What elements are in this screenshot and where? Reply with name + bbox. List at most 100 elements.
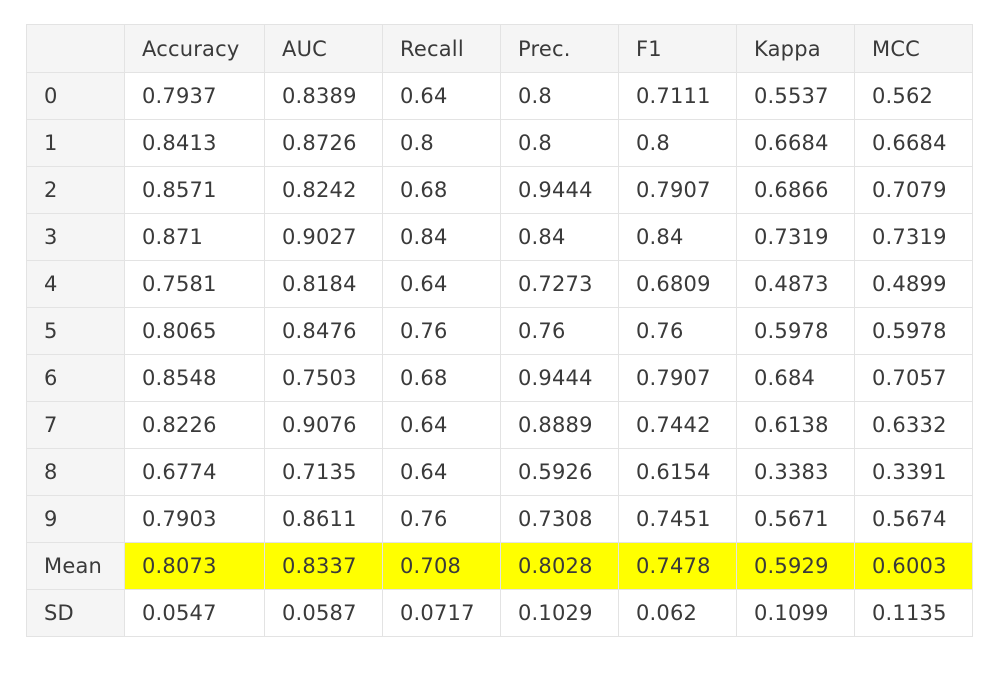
cell-precision: 0.7308 [500,495,619,543]
cell-auc: 0.8476 [264,307,383,355]
cell-auc: 0.8611 [264,495,383,543]
cell-recall: 0.84 [382,213,501,261]
cell-f1: 0.7111 [618,72,737,120]
cell-recall: 0.68 [382,166,501,214]
table-row: 8 0.6774 0.7135 0.64 0.5926 0.6154 0.3383 0.339… [26,448,973,496]
cell-kappa: 0.6866 [736,166,855,214]
cv-results-table: Accuracy AUC Recall Prec. F1 Kappa MCC 0… [26,24,973,637]
table-row: 4 0.7581 0.8184 0.64 0.7273 0.6809 0.4873 0.489… [26,260,973,308]
cell-accuracy: 0.8413 [124,119,265,167]
table-row: 2 0.8571 0.8242 0.68 0.9444 0.7907 0.6866 0.707… [26,166,973,214]
cell-auc: 0.8337 [264,542,383,590]
cell-kappa: 0.5978 [736,307,855,355]
cell-recall: 0.68 [382,354,501,402]
cell-recall: 0.8 [382,119,501,167]
cell-mcc: 0.7057 [854,354,973,402]
cell-precision: 0.76 [500,307,619,355]
cell-f1: 0.6809 [618,260,737,308]
cell-accuracy: 0.7581 [124,260,265,308]
cell-mcc: 0.7319 [854,213,973,261]
table-row: 7 0.8226 0.9076 0.64 0.8889 0.7442 0.6138 0.633… [26,401,973,449]
cell-kappa: 0.1099 [736,589,855,637]
cell-precision: 0.8028 [500,542,619,590]
column-header-accuracy: Accuracy [124,24,265,73]
cell-kappa: 0.5537 [736,72,855,120]
table-row-mean: Mean 0.8073 0.8337 0.708 0.8028 0.7478 0.5929 0… [26,542,973,590]
column-header-precision: Prec. [500,24,619,73]
cell-recall: 0.64 [382,401,501,449]
cell-auc: 0.7135 [264,448,383,496]
cell-auc: 0.8242 [264,166,383,214]
cell-accuracy: 0.0547 [124,589,265,637]
cell-accuracy: 0.8571 [124,166,265,214]
cell-kappa: 0.4873 [736,260,855,308]
cell-accuracy: 0.7937 [124,72,265,120]
cell-kappa: 0.3383 [736,448,855,496]
cell-f1: 0.84 [618,213,737,261]
cell-mcc: 0.7079 [854,166,973,214]
cell-precision: 0.9444 [500,166,619,214]
header-row: Accuracy AUC Recall Prec. F1 Kappa MCC [26,24,973,73]
row-index-cell: 2 [26,166,125,214]
cell-recall: 0.64 [382,72,501,120]
cell-precision: 0.7273 [500,260,619,308]
cell-accuracy: 0.8065 [124,307,265,355]
table-header: Accuracy AUC Recall Prec. F1 Kappa MCC [26,24,973,73]
cell-kappa: 0.5929 [736,542,855,590]
cell-mcc: 0.3391 [854,448,973,496]
cell-f1: 0.76 [618,307,737,355]
cell-mcc: 0.1135 [854,589,973,637]
cell-recall: 0.76 [382,495,501,543]
table-row: 9 0.7903 0.8611 0.76 0.7308 0.7451 0.5671 0.567… [26,495,973,543]
cell-auc: 0.9076 [264,401,383,449]
row-index-cell: 9 [26,495,125,543]
cell-accuracy: 0.8548 [124,354,265,402]
row-index-cell: SD [26,589,125,637]
row-index-cell: 1 [26,119,125,167]
cell-precision: 0.8 [500,119,619,167]
cell-auc: 0.0587 [264,589,383,637]
cell-kappa: 0.5671 [736,495,855,543]
cell-f1: 0.062 [618,589,737,637]
cell-recall: 0.64 [382,448,501,496]
cell-recall: 0.76 [382,307,501,355]
cell-mcc: 0.5674 [854,495,973,543]
cell-precision: 0.8 [500,72,619,120]
cell-precision: 0.1029 [500,589,619,637]
cell-f1: 0.8 [618,119,737,167]
row-index-cell: 8 [26,448,125,496]
table-row-sd: SD 0.0547 0.0587 0.0717 0.1029 0.062 0.1099 0.1… [26,589,973,637]
column-header-recall: Recall [382,24,501,73]
column-header-auc: AUC [264,24,383,73]
cell-f1: 0.7451 [618,495,737,543]
table-row: 6 0.8548 0.7503 0.68 0.9444 0.7907 0.684 0.7057 [26,354,973,402]
cell-auc: 0.8726 [264,119,383,167]
cell-recall: 0.0717 [382,589,501,637]
column-header-f1: F1 [618,24,737,73]
cell-precision: 0.84 [500,213,619,261]
results-table-container: Accuracy AUC Recall Prec. F1 Kappa MCC 0… [26,24,973,637]
cell-f1: 0.7442 [618,401,737,449]
cell-f1: 0.7907 [618,354,737,402]
row-index-cell: 5 [26,307,125,355]
cell-accuracy: 0.7903 [124,495,265,543]
table-row: 1 0.8413 0.8726 0.8 0.8 0.8 0.6684 0.6684 [26,119,973,167]
row-index-cell: 3 [26,213,125,261]
cell-accuracy: 0.8073 [124,542,265,590]
cell-precision: 0.8889 [500,401,619,449]
cell-accuracy: 0.6774 [124,448,265,496]
cell-mcc: 0.562 [854,72,973,120]
table-row: 3 0.871 0.9027 0.84 0.84 0.84 0.7319 0.7319 [26,213,973,261]
cell-kappa: 0.684 [736,354,855,402]
cell-mcc: 0.6684 [854,119,973,167]
column-header-kappa: Kappa [736,24,855,73]
cell-mcc: 0.6332 [854,401,973,449]
cell-mcc: 0.5978 [854,307,973,355]
cell-mcc: 0.6003 [854,542,973,590]
cell-kappa: 0.6684 [736,119,855,167]
cell-kappa: 0.6138 [736,401,855,449]
cell-f1: 0.7478 [618,542,737,590]
index-header-cell [26,24,125,73]
row-index-cell: 6 [26,354,125,402]
row-index-cell: Mean [26,542,125,590]
